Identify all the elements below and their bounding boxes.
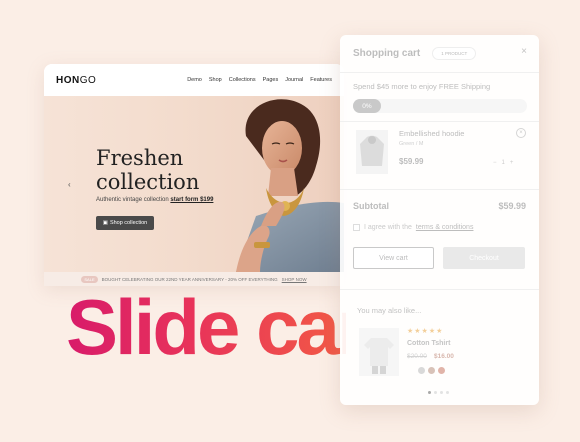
qty-plus-button[interactable]: + <box>510 160 514 166</box>
hero-title-line2: collection <box>96 170 200 194</box>
cart-count-badge: 1 PRODUCT <box>432 47 477 60</box>
nav-item-journal[interactable]: Journal <box>285 77 303 83</box>
close-icon[interactable]: × <box>521 46 527 57</box>
recommended-item-price: $16.00 <box>434 353 454 360</box>
nav-item-features[interactable]: Features <box>310 77 332 83</box>
cart-divider <box>340 289 539 290</box>
terms-link[interactable]: terms & conditions <box>416 224 474 231</box>
cart-divider <box>340 72 539 73</box>
hero-banner: ‹ Freshen collection Authentic vintage c… <box>44 96 344 272</box>
banner-heading: Slide car <box>66 283 346 371</box>
rating-stars: ★★★★★ <box>407 328 444 335</box>
hero-subtitle: Authentic vintage collection start form … <box>96 197 213 203</box>
subtotal-value: $59.99 <box>498 201 526 211</box>
recommended-item-name[interactable]: Cotton Tshirt <box>407 340 450 347</box>
checkout-button[interactable]: Checkout <box>443 247 525 269</box>
shipping-progress: 0% <box>353 99 527 113</box>
bag-icon: ▣ <box>102 220 108 226</box>
carousel-dots <box>428 391 449 394</box>
nav-item-collections[interactable]: Collections <box>229 77 256 83</box>
nav-item-shop[interactable]: Shop <box>209 77 222 83</box>
logo-bold: HON <box>56 74 80 86</box>
recommendations-title: You may also like... <box>357 306 422 315</box>
cart-item-image[interactable] <box>356 130 388 174</box>
recommended-item-image[interactable] <box>359 328 399 376</box>
carousel-dot[interactable] <box>434 391 437 394</box>
model-image <box>236 99 344 272</box>
hero-title-line1: Freshen <box>96 146 184 170</box>
color-swatches <box>418 367 445 374</box>
carousel-dot[interactable] <box>446 391 449 394</box>
promo-link[interactable]: SHOP NOW <box>282 277 307 282</box>
shipping-message: Spend $45 more to enjoy FREE Shipping <box>353 82 491 91</box>
carousel-dot[interactable] <box>428 391 431 394</box>
qty-value[interactable]: 1 <box>502 160 505 166</box>
hero-subtitle-link[interactable]: start form $199 <box>170 197 213 203</box>
slider-prev-icon[interactable]: ‹ <box>68 180 71 189</box>
cart-divider <box>340 189 539 190</box>
hero-title: Freshen collection <box>96 146 226 194</box>
terms-text: I agree with the <box>364 224 412 231</box>
website-preview: HONGO Demo Shop Collections Pages Journa… <box>44 64 344 286</box>
cart-item-variant: Green / M <box>399 141 424 147</box>
shop-collection-label: Shop collection <box>109 220 148 226</box>
quantity-stepper: − 1 + <box>493 160 513 166</box>
carousel-dot[interactable] <box>440 391 443 394</box>
promo-canvas: HONGO Demo Shop Collections Pages Journa… <box>0 0 580 442</box>
remove-item-icon[interactable]: × <box>516 128 526 138</box>
cart-item-name[interactable]: Embellished hoodie <box>399 129 464 138</box>
cart-item-price: $59.99 <box>399 157 424 166</box>
cart-divider <box>340 121 539 122</box>
terms-checkbox[interactable] <box>353 224 360 231</box>
promo-text: BOUGHT CELEBRATING OUR 22ND YEAR ANNIVER… <box>101 276 278 282</box>
shipping-progress-fill: 0% <box>353 99 381 113</box>
view-cart-button[interactable]: View cart <box>353 247 434 269</box>
cart-drawer: Shopping cart 1 PRODUCT × Spend $45 more… <box>340 35 539 405</box>
qty-minus-button[interactable]: − <box>493 160 497 166</box>
shop-collection-button[interactable]: ▣ Shop collection <box>96 216 154 230</box>
cart-header: Shopping cart 1 PRODUCT <box>353 47 477 60</box>
color-swatch[interactable] <box>428 367 435 374</box>
subtotal-label: Subtotal <box>353 201 389 211</box>
terms-agreement: I agree with the terms & conditions <box>353 224 473 231</box>
recommended-item-old-price: $20.00 <box>407 353 427 360</box>
site-header: HONGO Demo Shop Collections Pages Journa… <box>44 64 344 96</box>
hero-subtitle-text: Authentic vintage collection <box>96 197 169 203</box>
logo-light: GO <box>79 74 97 86</box>
color-swatch[interactable] <box>418 367 425 374</box>
cart-title: Shopping cart <box>353 48 421 59</box>
nav-item-demo[interactable]: Demo <box>187 77 202 83</box>
nav-item-pages[interactable]: Pages <box>263 77 279 83</box>
color-swatch[interactable] <box>438 367 445 374</box>
site-logo[interactable]: HONGO <box>56 75 96 86</box>
site-nav: Demo Shop Collections Pages Journal Feat… <box>187 77 332 83</box>
